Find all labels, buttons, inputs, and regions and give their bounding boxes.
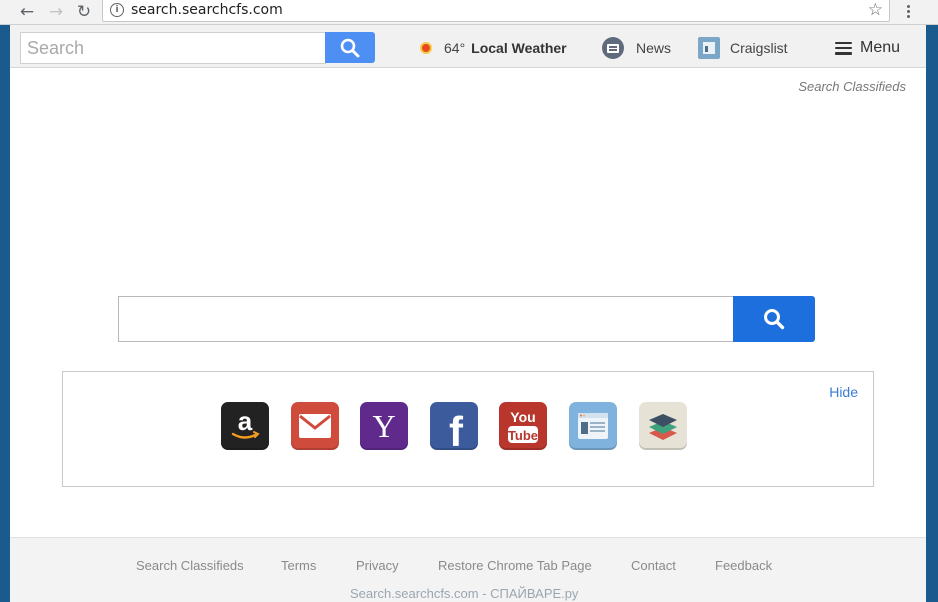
- web-page: 64° Local Weather News Craigslist Menu S…: [10, 25, 926, 602]
- info-icon[interactable]: i: [110, 3, 124, 17]
- window-edge-left: [0, 25, 10, 602]
- weather-label: Local Weather: [471, 40, 567, 56]
- url-text[interactable]: search.searchcfs.com: [131, 2, 283, 18]
- youtube-icon: You Tube: [508, 409, 538, 443]
- menu-label: Menu: [860, 39, 901, 56]
- amazon-icon: a: [231, 406, 260, 439]
- browser-menu-icon[interactable]: [899, 1, 917, 21]
- yahoo-icon: Y: [372, 408, 395, 444]
- news-link[interactable]: News: [602, 36, 671, 60]
- youtube-text-tube: Tube: [508, 428, 538, 443]
- footer-links: Search Classifieds Terms Privacy Restore…: [10, 558, 926, 576]
- address-bar[interactable]: i search.searchcfs.com ☆: [102, 0, 890, 22]
- shortcut-tiles-panel: Hide a Y f You Tube: [62, 371, 874, 487]
- yahoo-letter: Y: [372, 408, 395, 444]
- hamburger-icon: [835, 41, 852, 55]
- site-footer: Search Classifieds Terms Privacy Restore…: [10, 537, 926, 602]
- youtube-tile[interactable]: You Tube: [499, 402, 547, 450]
- footer-link-contact[interactable]: Contact: [631, 558, 676, 573]
- footer-link-feedback[interactable]: Feedback: [715, 558, 772, 573]
- youtube-text-you: You: [510, 409, 535, 425]
- newspaper-icon: [578, 413, 608, 439]
- weather-temperature: 64°: [444, 40, 466, 56]
- main-search-button[interactable]: [733, 296, 815, 342]
- gmail-tile[interactable]: [291, 402, 339, 450]
- weather-widget[interactable]: 64° Local Weather: [418, 37, 567, 59]
- footer-copyright: Search.searchcfs.com - СПАЙВАРЕ.ру: [350, 586, 579, 601]
- yahoo-tile[interactable]: Y: [360, 402, 408, 450]
- craigslist-link[interactable]: Craigslist: [698, 36, 788, 60]
- site-header: 64° Local Weather News Craigslist Menu: [10, 25, 926, 68]
- reload-icon[interactable]: ↻: [74, 2, 94, 22]
- window-edge-right: [926, 25, 938, 602]
- facebook-tile[interactable]: f: [430, 402, 478, 450]
- footer-link-terms[interactable]: Terms: [281, 558, 316, 573]
- gmail-icon: [299, 414, 331, 438]
- header-search-button[interactable]: [325, 32, 375, 63]
- forward-arrow-icon[interactable]: →: [46, 2, 66, 22]
- layers-tile[interactable]: [639, 402, 687, 450]
- news-label: News: [636, 40, 672, 56]
- search-icon: [340, 38, 360, 57]
- bookmark-star-icon[interactable]: ☆: [868, 0, 883, 20]
- search-icon: [764, 309, 785, 330]
- header-search-input[interactable]: [20, 32, 326, 64]
- back-arrow-icon[interactable]: ←: [17, 2, 37, 22]
- amazon-tile[interactable]: a: [221, 402, 269, 450]
- search-classifieds-link[interactable]: Search Classifieds: [798, 79, 906, 94]
- facebook-icon: f: [449, 408, 464, 448]
- footer-link-restore-chrome[interactable]: Restore Chrome Tab Page: [438, 558, 592, 573]
- facebook-letter: f: [449, 408, 464, 448]
- craigslist-icon: [698, 37, 720, 59]
- weather-sun-icon: [418, 40, 434, 56]
- main-search-input[interactable]: [118, 296, 734, 342]
- news-tile[interactable]: [569, 402, 617, 450]
- hide-tiles-link[interactable]: Hide: [829, 384, 858, 400]
- footer-link-search-classifieds[interactable]: Search Classifieds: [136, 558, 244, 573]
- amazon-letter: a: [238, 406, 253, 436]
- menu-button[interactable]: Menu: [835, 36, 900, 60]
- footer-link-privacy[interactable]: Privacy: [356, 558, 399, 573]
- browser-toolbar: ← → ↻ i search.searchcfs.com ☆: [0, 0, 938, 25]
- craigslist-label: Craigslist: [730, 40, 788, 56]
- layers-icon: [649, 414, 677, 440]
- news-icon: [602, 37, 624, 59]
